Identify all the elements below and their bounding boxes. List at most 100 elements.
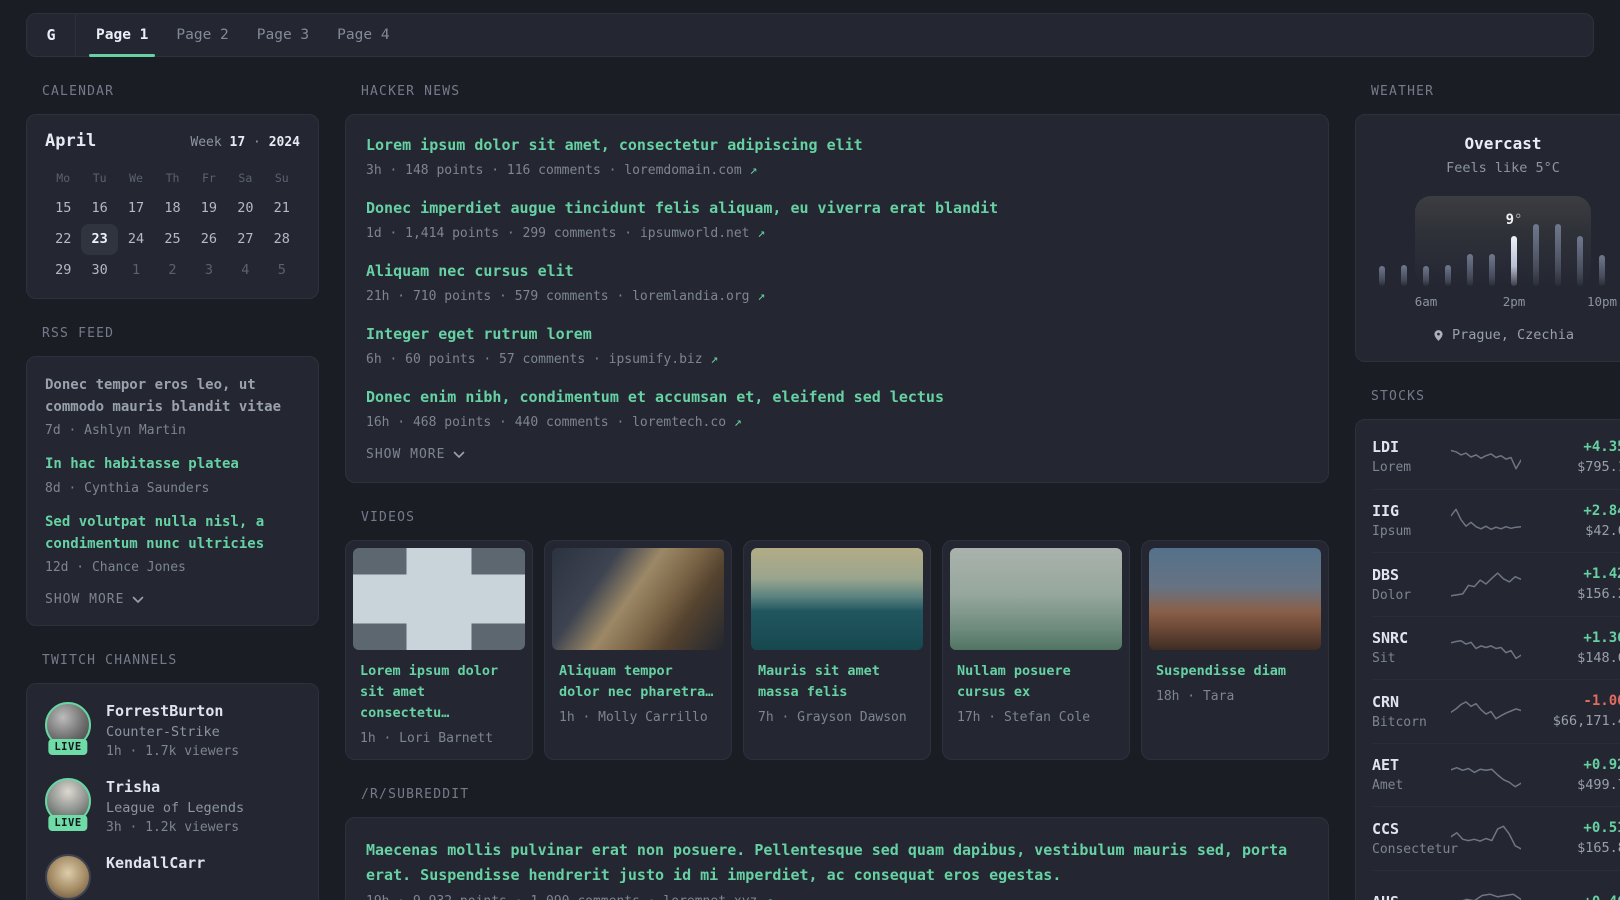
calendar-week-label: Week	[190, 135, 222, 150]
subreddit-section-label: /R/SUBREDDIT	[361, 786, 470, 802]
calendar-day: 5	[277, 262, 286, 278]
nav-tab-page-4[interactable]: Page 4	[323, 14, 403, 56]
weather-tick-label: 6am	[1414, 294, 1438, 309]
hacker-news-item-title[interactable]: Aliquam nec cursus elit	[366, 261, 1308, 282]
video-thumbnail	[1149, 548, 1321, 650]
stock-row[interactable]: DBS Dolor +1.42% $156.28	[1372, 552, 1620, 616]
rss-item-title[interactable]: In hac habitasse platea	[45, 454, 300, 476]
twitch-channel-row[interactable]: LIVE Trisha League of Legends 3h · 1.2k vie…	[45, 778, 300, 835]
video-card[interactable]: Suspendisse diam 18h · Tara	[1141, 540, 1329, 760]
stock-identity: SNRC Sit	[1372, 629, 1450, 666]
nav-tab-page-1[interactable]: Page 1	[82, 14, 162, 57]
rss-item-title[interactable]: Donec tempor eros leo, ut commodo mauris…	[45, 375, 300, 418]
rss-item-title[interactable]: Sed volutpat nulla nisl, a condimentum n…	[45, 512, 300, 555]
stock-sparkline-cell	[1450, 442, 1522, 472]
rss-widget: RSS FEED Donec tempor eros leo, ut commo…	[26, 326, 319, 627]
stocks-section-label: STOCKS	[1371, 389, 1426, 404]
twitch-channel-row[interactable]: LIVE ForrestBurton Counter-Strike 1h · 1.7k…	[45, 702, 300, 759]
stock-row[interactable]: CRN Bitcorn -1.00% $66,171.48	[1372, 679, 1620, 743]
app-logo: G	[46, 26, 56, 44]
stock-values: -1.00% $66,171.48	[1522, 693, 1620, 729]
twitch-channel-info: Trisha League of Legends 3h · 1.2k viewers	[106, 778, 244, 835]
stock-row[interactable]: SNRC Sit +1.36% $148.64	[1372, 615, 1620, 680]
weather-bar	[1555, 224, 1561, 286]
external-link-icon: ↗	[757, 289, 766, 304]
calendar-day-selected: 23	[81, 224, 118, 255]
rss-item: In hac habitasse platea 8d · Cynthia Saun…	[45, 454, 300, 496]
twitch-channel-meta: 3h · 1.2k viewers	[106, 820, 240, 836]
weather-condition: Overcast	[1464, 134, 1542, 153]
calendar-day: 17	[127, 200, 145, 216]
video-title: Suspendisse diam	[1156, 663, 1287, 679]
hacker-news-item-title[interactable]: Lorem ipsum dolor sit amet, consectetur …	[366, 135, 1308, 156]
calendar-day-header: Su	[274, 171, 289, 185]
external-link-icon: ↗	[749, 163, 758, 178]
stock-name: Dolor	[1372, 587, 1412, 603]
video-meta: 1h · Lori Barnett	[360, 730, 494, 746]
rss-card: Donec tempor eros leo, ut commodo mauris…	[26, 356, 319, 627]
calendar-day-header: Fr	[201, 171, 216, 185]
calendar-day: 19	[200, 200, 218, 216]
weather-bar	[1467, 254, 1473, 286]
calendar-day-header: Sa	[238, 171, 253, 185]
twitch-channel-info: ForrestBurton Counter-Strike 1h · 1.7k vie…	[106, 702, 239, 759]
item-domain-link[interactable]: ipsumworld.net ↗	[640, 226, 765, 241]
twitch-channel-game: Counter-Strike	[106, 724, 220, 741]
stock-row[interactable]: AHS +0.46%	[1372, 869, 1620, 900]
avatar-wrap	[45, 854, 91, 900]
weather-section-label: WEATHER	[1371, 84, 1435, 99]
weather-tick-label: 10pm	[1586, 294, 1618, 309]
item-domain-link[interactable]: loremlandia.org ↗	[632, 289, 765, 304]
stock-values: +0.46%	[1522, 894, 1620, 900]
stock-name: Lorem	[1372, 460, 1412, 476]
item-meta: 21h · 710 points · 579 comments · loreml…	[366, 289, 766, 304]
video-card[interactable]: Aliquam tempor dolor nec pharetra… 1h · M…	[544, 540, 732, 760]
video-card[interactable]: Nullam posuere cursus ex 17h · Stefan Col…	[942, 540, 1130, 760]
video-card[interactable]: Mauris sit amet massa felis 7h · Grayson …	[743, 540, 931, 760]
video-card[interactable]: Lorem ipsum dolor sit amet consectetu… 1h…	[345, 540, 533, 760]
stock-row[interactable]: AET Amet +0.92% $499.72	[1372, 742, 1620, 807]
calendar-day: 27	[237, 231, 254, 247]
calendar-week-number: 17	[229, 135, 246, 150]
calendar-day: 4	[241, 262, 250, 278]
calendar-day: 24	[127, 231, 145, 247]
hacker-news-item-title[interactable]: Donec imperdiet augue tincidunt felis al…	[366, 198, 1308, 219]
stock-change: +1.36%	[1583, 629, 1620, 646]
show-more-label: SHOW MORE	[45, 592, 125, 608]
stock-change: +2.84%	[1583, 502, 1620, 519]
item-domain-link[interactable]: ipsumify.biz ↗	[609, 352, 719, 367]
rss-item: Sed volutpat nulla nisl, a condimentum n…	[45, 512, 300, 575]
stock-sparkline-cell	[1450, 887, 1522, 900]
item-domain-link[interactable]: loremnet.xyz ↗	[663, 894, 773, 900]
hacker-news-item-title[interactable]: Donec enim nibh, condimentum et accumsan…	[366, 387, 1308, 408]
chevron-down-icon	[132, 596, 144, 604]
calendar-widget: CALENDAR April Week 17 · 2024 Mo Tu We Th Fr…	[26, 84, 319, 299]
subreddit-post-title[interactable]: Maecenas mollis pulvinar erat non posuer…	[366, 838, 1308, 888]
twitch-channel-row[interactable]: KendallCarr	[45, 854, 300, 900]
stock-sparkline	[1451, 449, 1521, 470]
show-more-button[interactable]: SHOW MORE	[366, 447, 1308, 462]
weather-bar	[1577, 236, 1583, 286]
stock-identity: DBS Dolor	[1372, 566, 1450, 603]
stock-row[interactable]: IIG Ipsum +2.84% $42.04	[1372, 488, 1620, 553]
nav-tab-page-2[interactable]: Page 2	[162, 14, 242, 56]
calendar-day: 15	[55, 200, 72, 216]
stock-sparkline-cell	[1450, 506, 1522, 536]
stock-sparkline-cell	[1450, 823, 1522, 853]
external-link-icon: ↗	[710, 352, 719, 367]
twitch-widget: TWITCH CHANNELS LIVE ForrestBurton Counter…	[26, 653, 319, 900]
stock-identity: AET Amet	[1372, 756, 1450, 793]
stock-sparkline	[1451, 893, 1521, 900]
stocks-card: LDI Lorem +4.35% $795.18 IIG Ipsum +2.84% $42.0…	[1355, 419, 1620, 900]
calendar-month: April	[45, 131, 97, 151]
calendar-day-header: Tu	[92, 171, 107, 185]
video-thumbnail	[950, 548, 1122, 650]
stock-row[interactable]: LDI Lorem +4.35% $795.18	[1372, 425, 1620, 489]
nav-tab-page-3[interactable]: Page 3	[243, 14, 323, 56]
stock-row[interactable]: CCS Consectetur +0.51% $165.84	[1372, 806, 1620, 870]
show-more-button[interactable]: SHOW MORE	[45, 592, 300, 607]
rss-item-meta: 8d · Cynthia Saunders	[45, 481, 210, 497]
item-domain-link[interactable]: loremdomain.com ↗	[624, 163, 757, 178]
item-domain-link[interactable]: loremtech.co ↗	[632, 415, 742, 430]
hacker-news-item-title[interactable]: Integer eget rutrum lorem	[366, 324, 1308, 345]
